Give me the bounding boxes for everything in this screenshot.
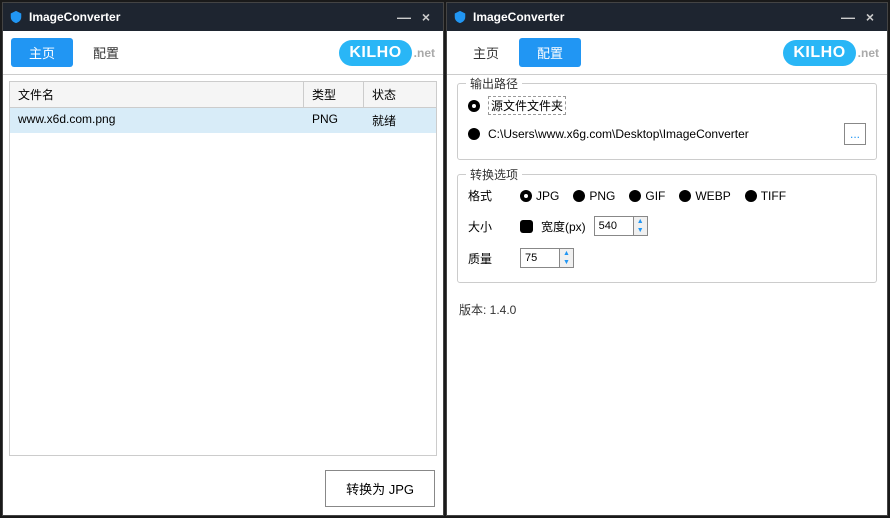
row-quality: 质量 ▲▼ bbox=[468, 248, 866, 268]
radio-custom-path[interactable]: C:\Users\www.x6g.com\Desktop\ImageConver… bbox=[468, 123, 866, 145]
format-tiff[interactable]: TIFF bbox=[745, 189, 786, 203]
tab-config[interactable]: 配置 bbox=[75, 38, 137, 67]
titlebar[interactable]: ImageConverter — × bbox=[3, 3, 443, 31]
label-quality: 质量 bbox=[468, 250, 512, 267]
minimize-button[interactable]: — bbox=[837, 6, 859, 28]
cell-type: PNG bbox=[304, 108, 364, 133]
quality-up[interactable]: ▲ bbox=[560, 249, 573, 258]
version-text: 版本: 1.4.0 bbox=[457, 297, 877, 330]
radio-icon bbox=[573, 190, 585, 202]
logo-text: KILHO bbox=[783, 40, 855, 66]
window-config: ImageConverter — × 主页 配置 KILHO .net 输出路径… bbox=[446, 2, 888, 516]
cell-state: 就绪 bbox=[364, 108, 436, 133]
logo-text: KILHO bbox=[339, 40, 411, 66]
radio-icon bbox=[629, 190, 641, 202]
format-png[interactable]: PNG bbox=[573, 189, 615, 203]
col-header-state[interactable]: 状态 bbox=[364, 82, 436, 107]
minimize-button[interactable]: — bbox=[393, 6, 415, 28]
radio-icon bbox=[745, 190, 757, 202]
app-icon bbox=[9, 10, 23, 24]
radio-icon bbox=[468, 128, 480, 140]
width-input[interactable] bbox=[595, 217, 633, 235]
radio-label-custom: C:\Users\www.x6g.com\Desktop\ImageConver… bbox=[488, 127, 749, 141]
tab-config[interactable]: 配置 bbox=[519, 38, 581, 67]
radio-icon bbox=[679, 190, 691, 202]
config-content: 输出路径 源文件文件夹 C:\Users\www.x6g.com\Desktop… bbox=[447, 75, 887, 515]
cell-name: www.x6d.com.png bbox=[10, 108, 304, 133]
quality-down[interactable]: ▼ bbox=[560, 258, 573, 267]
table-header: 文件名 类型 状态 bbox=[10, 82, 436, 108]
logo: KILHO .net bbox=[339, 40, 435, 66]
quality-input[interactable] bbox=[521, 249, 559, 267]
app-icon bbox=[453, 10, 467, 24]
row-format: 格式 JPG PNG GIF WEBP TIFF bbox=[468, 187, 866, 204]
row-size: 大小 宽度(px) ▲▼ bbox=[468, 216, 866, 236]
logo-suffix: .net bbox=[414, 46, 435, 60]
file-table: 文件名 类型 状态 www.x6d.com.png PNG 就绪 bbox=[9, 81, 437, 456]
label-format: 格式 bbox=[468, 187, 512, 204]
close-button[interactable]: × bbox=[859, 6, 881, 28]
logo-suffix: .net bbox=[858, 46, 879, 60]
width-down[interactable]: ▼ bbox=[634, 226, 647, 235]
logo: KILHO .net bbox=[783, 40, 879, 66]
tab-main[interactable]: 主页 bbox=[455, 38, 517, 67]
col-header-name[interactable]: 文件名 bbox=[10, 82, 304, 107]
quality-spinner: ▲▼ bbox=[520, 248, 574, 268]
legend-options: 转换选项 bbox=[466, 166, 522, 183]
format-options: JPG PNG GIF WEBP TIFF bbox=[520, 189, 786, 203]
tab-main[interactable]: 主页 bbox=[11, 38, 73, 67]
table-row[interactable]: www.x6d.com.png PNG 就绪 bbox=[10, 108, 436, 133]
close-button[interactable]: × bbox=[415, 6, 437, 28]
toolbar: 主页 配置 KILHO .net bbox=[447, 31, 887, 75]
footer: 转换为 JPG bbox=[3, 462, 443, 515]
radio-label-source: 源文件文件夹 bbox=[488, 96, 566, 115]
titlebar-title: ImageConverter bbox=[29, 10, 120, 24]
browse-button[interactable]: ... bbox=[844, 123, 866, 145]
convert-button[interactable]: 转换为 JPG bbox=[325, 470, 435, 507]
window-main: ImageConverter — × 主页 配置 KILHO .net 文件名 … bbox=[2, 2, 444, 516]
width-spinner: ▲▼ bbox=[594, 216, 648, 236]
main-content: 文件名 类型 状态 www.x6d.com.png PNG 就绪 转换为 JPG bbox=[3, 75, 443, 515]
legend-output-path: 输出路径 bbox=[466, 75, 522, 92]
col-header-type[interactable]: 类型 bbox=[304, 82, 364, 107]
label-size: 大小 bbox=[468, 218, 512, 235]
fieldset-output-path: 输出路径 源文件文件夹 C:\Users\www.x6g.com\Desktop… bbox=[457, 83, 877, 160]
format-gif[interactable]: GIF bbox=[629, 189, 665, 203]
checkbox-width[interactable] bbox=[520, 220, 533, 233]
titlebar-title: ImageConverter bbox=[473, 10, 564, 24]
format-webp[interactable]: WEBP bbox=[679, 189, 730, 203]
toolbar: 主页 配置 KILHO .net bbox=[3, 31, 443, 75]
fieldset-options: 转换选项 格式 JPG PNG GIF WEBP TIFF 大小 宽度(px) … bbox=[457, 174, 877, 283]
titlebar[interactable]: ImageConverter — × bbox=[447, 3, 887, 31]
width-up[interactable]: ▲ bbox=[634, 217, 647, 226]
table-body: www.x6d.com.png PNG 就绪 bbox=[10, 108, 436, 455]
label-width: 宽度(px) bbox=[541, 218, 586, 235]
radio-source-folder[interactable]: 源文件文件夹 bbox=[468, 96, 866, 115]
radio-icon bbox=[468, 100, 480, 112]
format-jpg[interactable]: JPG bbox=[520, 189, 559, 203]
radio-icon bbox=[520, 190, 532, 202]
